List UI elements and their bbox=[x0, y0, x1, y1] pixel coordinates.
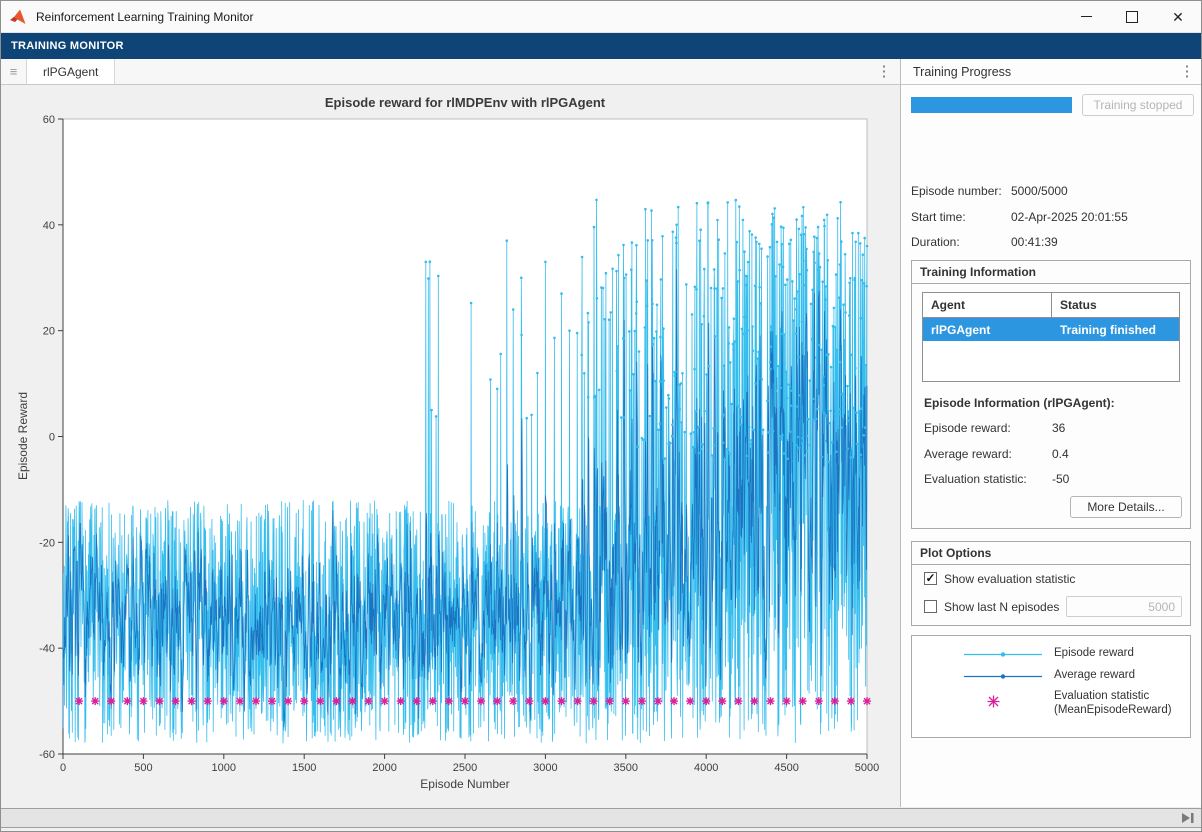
column-header-status: Status bbox=[1052, 293, 1179, 317]
legend-item-label: Evaluation statistic bbox=[1054, 690, 1149, 702]
svg-text:0: 0 bbox=[49, 432, 55, 444]
average-reward-legend-marker bbox=[964, 672, 1042, 681]
minimize-icon bbox=[1081, 16, 1092, 17]
field-value: 5000/5000 bbox=[1011, 184, 1068, 198]
evaluation-statistic-legend-marker bbox=[986, 694, 1001, 709]
show-evaluation-statistic-checkbox[interactable]: ✓ bbox=[924, 572, 937, 585]
svg-text:40: 40 bbox=[43, 220, 55, 232]
right-panel-title: Training Progress bbox=[913, 65, 1011, 79]
bottom-status-bar bbox=[1, 808, 1202, 828]
tab-options-menu-icon[interactable]: ⋮ bbox=[874, 62, 894, 82]
maximize-button[interactable] bbox=[1109, 1, 1155, 32]
svg-text:3500: 3500 bbox=[614, 762, 638, 774]
x-axis-label: Episode Number bbox=[420, 777, 509, 791]
svg-text:-40: -40 bbox=[39, 643, 55, 655]
checkbox-label: Show last N episodes bbox=[944, 600, 1059, 614]
field-label: Duration: bbox=[911, 235, 960, 249]
field-label: Evaluation statistic: bbox=[924, 472, 1027, 486]
field-value: 02-Apr-2025 20:01:55 bbox=[1011, 210, 1128, 224]
plot-options-group: Plot Options ✓ Show evaluation statistic… bbox=[911, 541, 1191, 626]
svg-text:4500: 4500 bbox=[774, 762, 798, 774]
close-icon: ✕ bbox=[1172, 10, 1184, 24]
svg-text:1000: 1000 bbox=[212, 762, 236, 774]
column-header-agent: Agent bbox=[923, 293, 1052, 317]
more-details-button[interactable]: More Details... bbox=[1070, 496, 1182, 518]
tab-rlpgagent[interactable]: rlPGAgent bbox=[27, 59, 115, 84]
group-header: Plot Options bbox=[912, 542, 1190, 565]
field-value: 00:41:39 bbox=[1011, 235, 1058, 249]
svg-text:2000: 2000 bbox=[372, 762, 396, 774]
tab-label: rlPGAgent bbox=[43, 65, 98, 79]
chart-title: Episode reward for rlMDPEnv with rlPGAge… bbox=[325, 95, 606, 110]
title-bar: Reinforcement Learning Training Monitor … bbox=[1, 1, 1201, 33]
svg-text:2500: 2500 bbox=[453, 762, 477, 774]
field-label: Average reward: bbox=[924, 447, 1012, 461]
svg-text:60: 60 bbox=[43, 114, 55, 126]
document-tab-strip: ≡ rlPGAgent ⋮ bbox=[1, 59, 900, 85]
svg-text:4000: 4000 bbox=[694, 762, 718, 774]
field-value: -50 bbox=[1052, 472, 1069, 486]
toolstrip: TRAINING MONITOR bbox=[1, 33, 1201, 59]
skip-to-end-icon[interactable] bbox=[1181, 812, 1195, 824]
svg-text:1500: 1500 bbox=[292, 762, 316, 774]
cell-status: Training finished bbox=[1052, 318, 1179, 341]
panel-options-menu-icon[interactable]: ⋮ bbox=[1177, 62, 1197, 82]
window-title: Reinforcement Learning Training Monitor bbox=[36, 10, 253, 24]
field-value: 36 bbox=[1052, 421, 1065, 435]
plot-panel: Episode reward for rlMDPEnv with rlPGAge… bbox=[1, 85, 900, 807]
right-panel-header: Training Progress ⋮ bbox=[901, 59, 1202, 85]
field-label: Episode number: bbox=[911, 184, 1002, 198]
svg-text:-20: -20 bbox=[39, 537, 55, 549]
chart-legend: Episode reward Average reward Evaluation… bbox=[911, 635, 1191, 738]
tab-grip-icon[interactable]: ≡ bbox=[1, 59, 27, 84]
svg-text:20: 20 bbox=[43, 326, 55, 338]
checkbox-label: Show evaluation statistic bbox=[944, 572, 1075, 586]
episode-reward-legend-marker bbox=[964, 650, 1042, 659]
last-n-episodes-input[interactable] bbox=[1066, 596, 1182, 617]
agent-status-table: Agent Status rlPGAgent Training finished bbox=[922, 292, 1180, 382]
svg-text:-60: -60 bbox=[39, 749, 55, 761]
svg-text:500: 500 bbox=[134, 762, 152, 774]
toolstrip-tab-training-monitor[interactable]: TRAINING MONITOR bbox=[11, 40, 124, 52]
maximize-icon bbox=[1126, 11, 1138, 23]
training-progress-panel: Training Progress ⋮ Training stopped Epi… bbox=[901, 59, 1202, 807]
close-button[interactable]: ✕ bbox=[1155, 1, 1201, 32]
table-header-row: Agent Status bbox=[923, 293, 1179, 318]
group-header: Training Information bbox=[912, 261, 1190, 284]
episode-info-header: Episode Information (rlPGAgent): bbox=[924, 396, 1115, 410]
field-label: Episode reward: bbox=[924, 421, 1011, 435]
svg-text:5000: 5000 bbox=[855, 762, 879, 774]
training-progress-bar bbox=[911, 97, 1072, 113]
y-axis-label: Episode Reward bbox=[16, 392, 30, 480]
field-label: Start time: bbox=[911, 210, 966, 224]
app-window: Reinforcement Learning Training Monitor … bbox=[0, 0, 1202, 832]
svg-text:0: 0 bbox=[60, 762, 66, 774]
table-row[interactable]: rlPGAgent Training finished bbox=[923, 318, 1179, 341]
episode-reward-chart: Episode reward for rlMDPEnv with rlPGAge… bbox=[1, 85, 900, 807]
window-controls: ✕ bbox=[1063, 1, 1201, 32]
cell-agent: rlPGAgent bbox=[923, 318, 1052, 341]
training-information-group: Training Information Agent Status rlPGAg… bbox=[911, 260, 1191, 529]
legend-item-label: Average reward bbox=[1054, 669, 1135, 681]
svg-text:3000: 3000 bbox=[533, 762, 557, 774]
minimize-button[interactable] bbox=[1063, 1, 1109, 32]
field-value: 0.4 bbox=[1052, 447, 1069, 461]
legend-item-label: (MeanEpisodeReward) bbox=[1054, 704, 1172, 716]
show-last-n-episodes-checkbox[interactable] bbox=[924, 600, 937, 613]
training-stopped-button[interactable]: Training stopped bbox=[1082, 94, 1194, 116]
matlab-logo-icon bbox=[10, 9, 28, 25]
legend-item-label: Episode reward bbox=[1054, 647, 1134, 659]
